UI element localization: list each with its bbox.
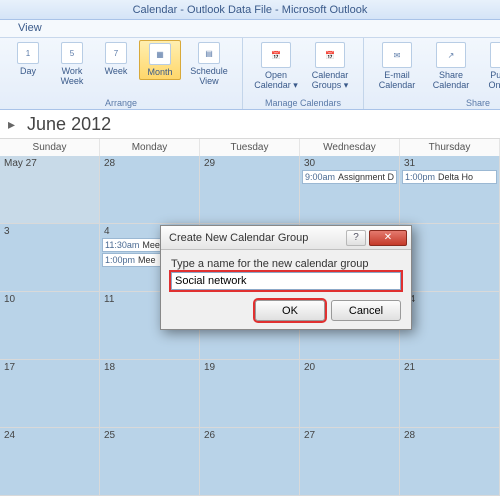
month-button[interactable]: ▦Month xyxy=(139,40,181,80)
day-number: 17 xyxy=(2,362,97,373)
day-number: 18 xyxy=(102,362,197,373)
tab-view[interactable]: View xyxy=(8,20,52,36)
dialog-titlebar[interactable]: Create New Calendar Group ? ✕ xyxy=(161,226,411,250)
dialog-help-button[interactable]: ? xyxy=(346,230,366,246)
open-calendar-icon: 📅 xyxy=(261,42,291,68)
day-cell[interactable]: 10 xyxy=(0,292,100,360)
appointment[interactable]: 1:00pmDelta Ho xyxy=(402,170,497,184)
calendar-groups-button[interactable]: 📅Calendar Groups ▾ xyxy=(304,40,356,92)
day-number: 30 xyxy=(302,158,397,169)
day-number: 28 xyxy=(402,430,497,441)
calendar-header: ▸ June 2012 xyxy=(0,110,500,138)
day-number: 24 xyxy=(2,430,97,441)
day-cell[interactable]: 17 xyxy=(0,360,100,428)
day-number: 14 xyxy=(402,294,497,305)
publish-online-button[interactable]: 🌐Publish Online ▾ xyxy=(479,40,500,92)
calendar-groups-icon: 📅 xyxy=(315,42,345,68)
month-title: June 2012 xyxy=(27,114,111,135)
workweek-icon: 5 xyxy=(61,42,83,64)
day-number: 20 xyxy=(302,362,397,373)
day-cell[interactable]: 20 xyxy=(300,360,400,428)
week-icon: 7 xyxy=(105,42,127,64)
weekday-label: Sunday xyxy=(0,139,100,156)
week-button[interactable]: 7Week xyxy=(95,40,137,78)
create-calendar-group-dialog: Create New Calendar Group ? ✕ Type a nam… xyxy=(160,225,412,330)
day-cell[interactable]: 14 xyxy=(400,292,500,360)
open-calendar-button[interactable]: 📅Open Calendar ▾ xyxy=(250,40,302,92)
day-number: 19 xyxy=(202,362,297,373)
share-icon: ↗ xyxy=(436,42,466,68)
day-number: 7 xyxy=(402,226,497,237)
weekday-header: SundayMondayTuesdayWednesdayThursday xyxy=(0,138,500,156)
ok-button[interactable]: OK xyxy=(255,300,325,321)
email-calendar-button[interactable]: ✉E-mail Calendar xyxy=(371,40,423,92)
group-label-manage: Manage Calendars xyxy=(243,98,363,108)
weekday-label: Monday xyxy=(100,139,200,156)
day-number: 31 xyxy=(402,158,497,169)
dialog-close-button[interactable]: ✕ xyxy=(369,230,407,246)
day-cell[interactable]: 3 xyxy=(0,224,100,292)
week-row: 24 25 26 27 28 xyxy=(0,428,500,496)
nav-next-icon[interactable]: ▸ xyxy=(8,116,15,133)
weekday-label: Tuesday xyxy=(200,139,300,156)
day-number: 3 xyxy=(2,226,97,237)
month-icon: ▦ xyxy=(149,43,171,65)
schedule-icon: ▤ xyxy=(198,42,220,64)
day-number: 10 xyxy=(2,294,97,305)
day-cell[interactable]: 29 xyxy=(200,156,300,224)
day-cell[interactable]: 18 xyxy=(100,360,200,428)
day-number: 26 xyxy=(202,430,297,441)
email-icon: ✉ xyxy=(382,42,412,68)
day-number: 27 xyxy=(302,430,397,441)
day-button[interactable]: 1Day xyxy=(7,40,49,78)
week-row: May 272829309:00amAssignment D311:00pmDe… xyxy=(0,156,500,224)
day-cell[interactable]: 27 xyxy=(300,428,400,496)
schedule-view-button[interactable]: ▤Schedule View xyxy=(183,40,235,88)
day-cell[interactable]: 309:00amAssignment D xyxy=(300,156,400,224)
group-label-share: Share xyxy=(364,98,500,108)
group-name-input[interactable] xyxy=(171,272,401,290)
dialog-prompt: Type a name for the new calendar group xyxy=(171,258,401,270)
day-cell[interactable]: 311:00pmDelta Ho xyxy=(400,156,500,224)
group-label-arrange: Arrange xyxy=(0,98,242,108)
day-number: May 27 xyxy=(2,158,97,169)
week-row: 17 18 19 20 21 xyxy=(0,360,500,428)
day-cell[interactable]: 19 xyxy=(200,360,300,428)
ribbon-group-share: ✉E-mail Calendar ↗Share Calendar 🌐Publis… xyxy=(364,38,500,109)
day-cell[interactable]: 25 xyxy=(100,428,200,496)
share-calendar-button[interactable]: ↗Share Calendar xyxy=(425,40,477,92)
day-cell[interactable]: 24 xyxy=(0,428,100,496)
day-cell[interactable]: May 27 xyxy=(0,156,100,224)
dialog-title: Create New Calendar Group xyxy=(169,232,346,244)
day-cell[interactable]: 28 xyxy=(400,428,500,496)
weekday-label: Thursday xyxy=(400,139,500,156)
cancel-button[interactable]: Cancel xyxy=(331,300,401,321)
work-week-button[interactable]: 5Work Week xyxy=(51,40,93,88)
day-cell[interactable]: 26 xyxy=(200,428,300,496)
weekday-label: Wednesday xyxy=(300,139,400,156)
ribbon: 1Day 5Work Week 7Week ▦Month ▤Schedule V… xyxy=(0,38,500,110)
ribbon-tabs: View xyxy=(0,20,500,38)
day-icon: 1 xyxy=(17,42,39,64)
day-cell[interactable]: 7 xyxy=(400,224,500,292)
publish-icon: 🌐 xyxy=(490,42,500,68)
appointment[interactable]: 9:00amAssignment D xyxy=(302,170,397,184)
day-number: 25 xyxy=(102,430,197,441)
dialog-body: Type a name for the new calendar group O… xyxy=(161,250,411,329)
day-number: 28 xyxy=(102,158,197,169)
ribbon-group-manage: 📅Open Calendar ▾ 📅Calendar Groups ▾ Mana… xyxy=(243,38,364,109)
day-number: 21 xyxy=(402,362,497,373)
day-cell[interactable]: 28 xyxy=(100,156,200,224)
day-cell[interactable]: 21 xyxy=(400,360,500,428)
ribbon-group-arrange: 1Day 5Work Week 7Week ▦Month ▤Schedule V… xyxy=(0,38,243,109)
window-titlebar: Calendar - Outlook Data File - Microsoft… xyxy=(0,0,500,20)
day-number: 29 xyxy=(202,158,297,169)
